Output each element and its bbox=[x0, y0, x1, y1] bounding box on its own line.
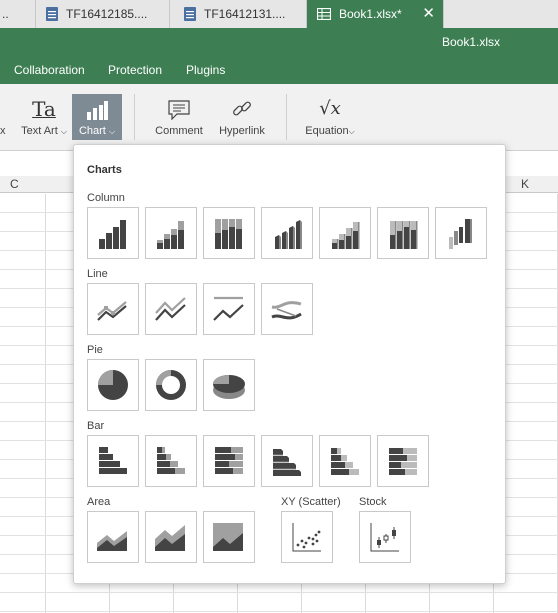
chart-area-stacked[interactable] bbox=[145, 511, 197, 563]
document-title: Book1.xlsx bbox=[442, 35, 501, 49]
tab-label: TF16412185.... bbox=[66, 7, 148, 21]
chart-column-3d[interactable] bbox=[435, 207, 487, 259]
chart-line[interactable] bbox=[87, 283, 139, 335]
pie-icon bbox=[98, 370, 128, 400]
text-art-button[interactable]: Ta Text Art ⌵ bbox=[18, 94, 70, 140]
menu-bar: Collaboration Protection Plugins bbox=[0, 56, 558, 84]
title-bar: Book1.xlsx bbox=[0, 28, 558, 56]
chart-pie-3d[interactable] bbox=[203, 359, 255, 411]
area-icon bbox=[97, 531, 127, 551]
toolbar-separator bbox=[134, 94, 135, 140]
tab-document-1[interactable]: TF16412185.... bbox=[36, 0, 170, 28]
chart-column-3d-clustered[interactable] bbox=[261, 207, 313, 259]
line-stacked-icon bbox=[155, 297, 186, 321]
pie-3d-icon bbox=[213, 375, 245, 399]
chart-bar-stacked[interactable] bbox=[145, 435, 197, 487]
line-3d-icon bbox=[271, 301, 302, 320]
chart-bar-3d-percent[interactable] bbox=[377, 435, 429, 487]
chevron-down-icon: ⌵ bbox=[108, 127, 116, 136]
section-stock: Stock bbox=[359, 496, 387, 508]
chart-column-3d-percent[interactable] bbox=[377, 207, 429, 259]
column-header-c[interactable]: C bbox=[10, 177, 19, 191]
chart-doughnut[interactable] bbox=[145, 359, 197, 411]
tab-label: TF16412131.... bbox=[204, 7, 286, 21]
tab-book1[interactable]: Book1.xlsx* ✕ bbox=[307, 0, 444, 28]
equation-button[interactable]: √x Equation⌵ bbox=[302, 94, 358, 140]
document-icon bbox=[184, 7, 196, 21]
comment-button[interactable]: Comment bbox=[152, 94, 206, 140]
chart-bar-3d-clustered[interactable] bbox=[261, 435, 313, 487]
bar-3d-percent-icon bbox=[389, 448, 417, 475]
area-stacked-icon bbox=[155, 525, 185, 551]
charts-popup: Charts Column Line Pie Bar Area XY (Scat… bbox=[73, 144, 506, 584]
menu-protection[interactable]: Protection bbox=[108, 63, 162, 77]
column-header-k[interactable]: K bbox=[521, 177, 529, 191]
text-art-icon: Ta bbox=[32, 97, 56, 121]
chart-column-stacked[interactable] bbox=[145, 207, 197, 259]
chart-icon bbox=[87, 101, 108, 120]
tab-label: .. bbox=[2, 7, 9, 21]
chevron-down-icon: ⌵ bbox=[348, 127, 355, 136]
tab-document-2[interactable]: TF16412131.... bbox=[170, 0, 307, 28]
menu-plugins[interactable]: Plugins bbox=[186, 63, 225, 77]
doughnut-icon bbox=[156, 370, 186, 400]
chart-bar-clustered[interactable] bbox=[87, 435, 139, 487]
section-line: Line bbox=[87, 268, 108, 280]
section-scatter: XY (Scatter) bbox=[281, 496, 341, 508]
hyperlink-button[interactable]: Hyperlink bbox=[216, 94, 268, 140]
section-area: Area bbox=[87, 496, 111, 508]
bar-stacked-icon bbox=[157, 447, 185, 474]
bar-3d-stacked-icon bbox=[331, 448, 359, 475]
chart-column-clustered[interactable] bbox=[87, 207, 139, 259]
chart-scatter[interactable] bbox=[281, 511, 333, 563]
chart-bar-percent[interactable] bbox=[203, 435, 255, 487]
chart-stock[interactable] bbox=[359, 511, 411, 563]
scatter-icon bbox=[292, 523, 321, 552]
chart-bar-3d-stacked[interactable] bbox=[319, 435, 371, 487]
section-column: Column bbox=[87, 192, 125, 204]
bar-3d-icon bbox=[273, 449, 301, 476]
chart-column-3d-stacked[interactable] bbox=[319, 207, 371, 259]
column-3d-stacked-icon bbox=[332, 222, 360, 249]
toolbar-fragment: x bbox=[0, 125, 6, 137]
link-icon bbox=[233, 101, 251, 116]
chart-pie[interactable] bbox=[87, 359, 139, 411]
column-percent-icon bbox=[215, 219, 242, 249]
bar-percent-icon bbox=[215, 447, 243, 474]
close-icon[interactable]: ✕ bbox=[422, 6, 435, 21]
tab-bar: .. TF16412185.... TF16412131.... Book1.x… bbox=[0, 0, 558, 28]
chart-column-percent[interactable] bbox=[203, 207, 255, 259]
popup-title: Charts bbox=[87, 164, 122, 176]
stock-icon bbox=[370, 523, 399, 552]
section-pie: Pie bbox=[87, 344, 103, 356]
tab-label: Book1.xlsx* bbox=[339, 7, 402, 21]
section-bar: Bar bbox=[87, 420, 105, 432]
bar-clustered-icon bbox=[99, 447, 127, 474]
column-clustered-icon bbox=[99, 220, 126, 249]
chart-line-percent[interactable] bbox=[203, 283, 255, 335]
chart-area-percent[interactable] bbox=[203, 511, 255, 563]
spreadsheet-icon bbox=[317, 8, 331, 20]
insert-toolbar: x Ta Text Art ⌵ Chart ⌵ Comment Hyperlin… bbox=[0, 84, 558, 150]
line-markers-icon bbox=[97, 301, 127, 321]
column-3d-percent-icon bbox=[390, 221, 418, 249]
area-percent-icon bbox=[213, 523, 243, 551]
comment-icon bbox=[168, 100, 190, 120]
chart-line-stacked[interactable] bbox=[145, 283, 197, 335]
chart-area[interactable] bbox=[87, 511, 139, 563]
chart-line-3d[interactable] bbox=[261, 283, 313, 335]
column-3d-perspective-icon bbox=[449, 219, 472, 249]
line-percent-icon bbox=[213, 296, 244, 321]
equation-icon: √x bbox=[319, 98, 341, 119]
chevron-down-icon: ⌵ bbox=[60, 127, 67, 136]
chart-button[interactable]: Chart ⌵ bbox=[72, 94, 122, 140]
menu-collaboration[interactable]: Collaboration bbox=[14, 63, 85, 77]
toolbar-separator bbox=[286, 94, 287, 140]
column-stacked-icon bbox=[157, 221, 184, 249]
column-3d-icon bbox=[275, 220, 302, 249]
document-icon bbox=[46, 7, 58, 21]
tab-hidden[interactable]: .. bbox=[0, 0, 36, 28]
